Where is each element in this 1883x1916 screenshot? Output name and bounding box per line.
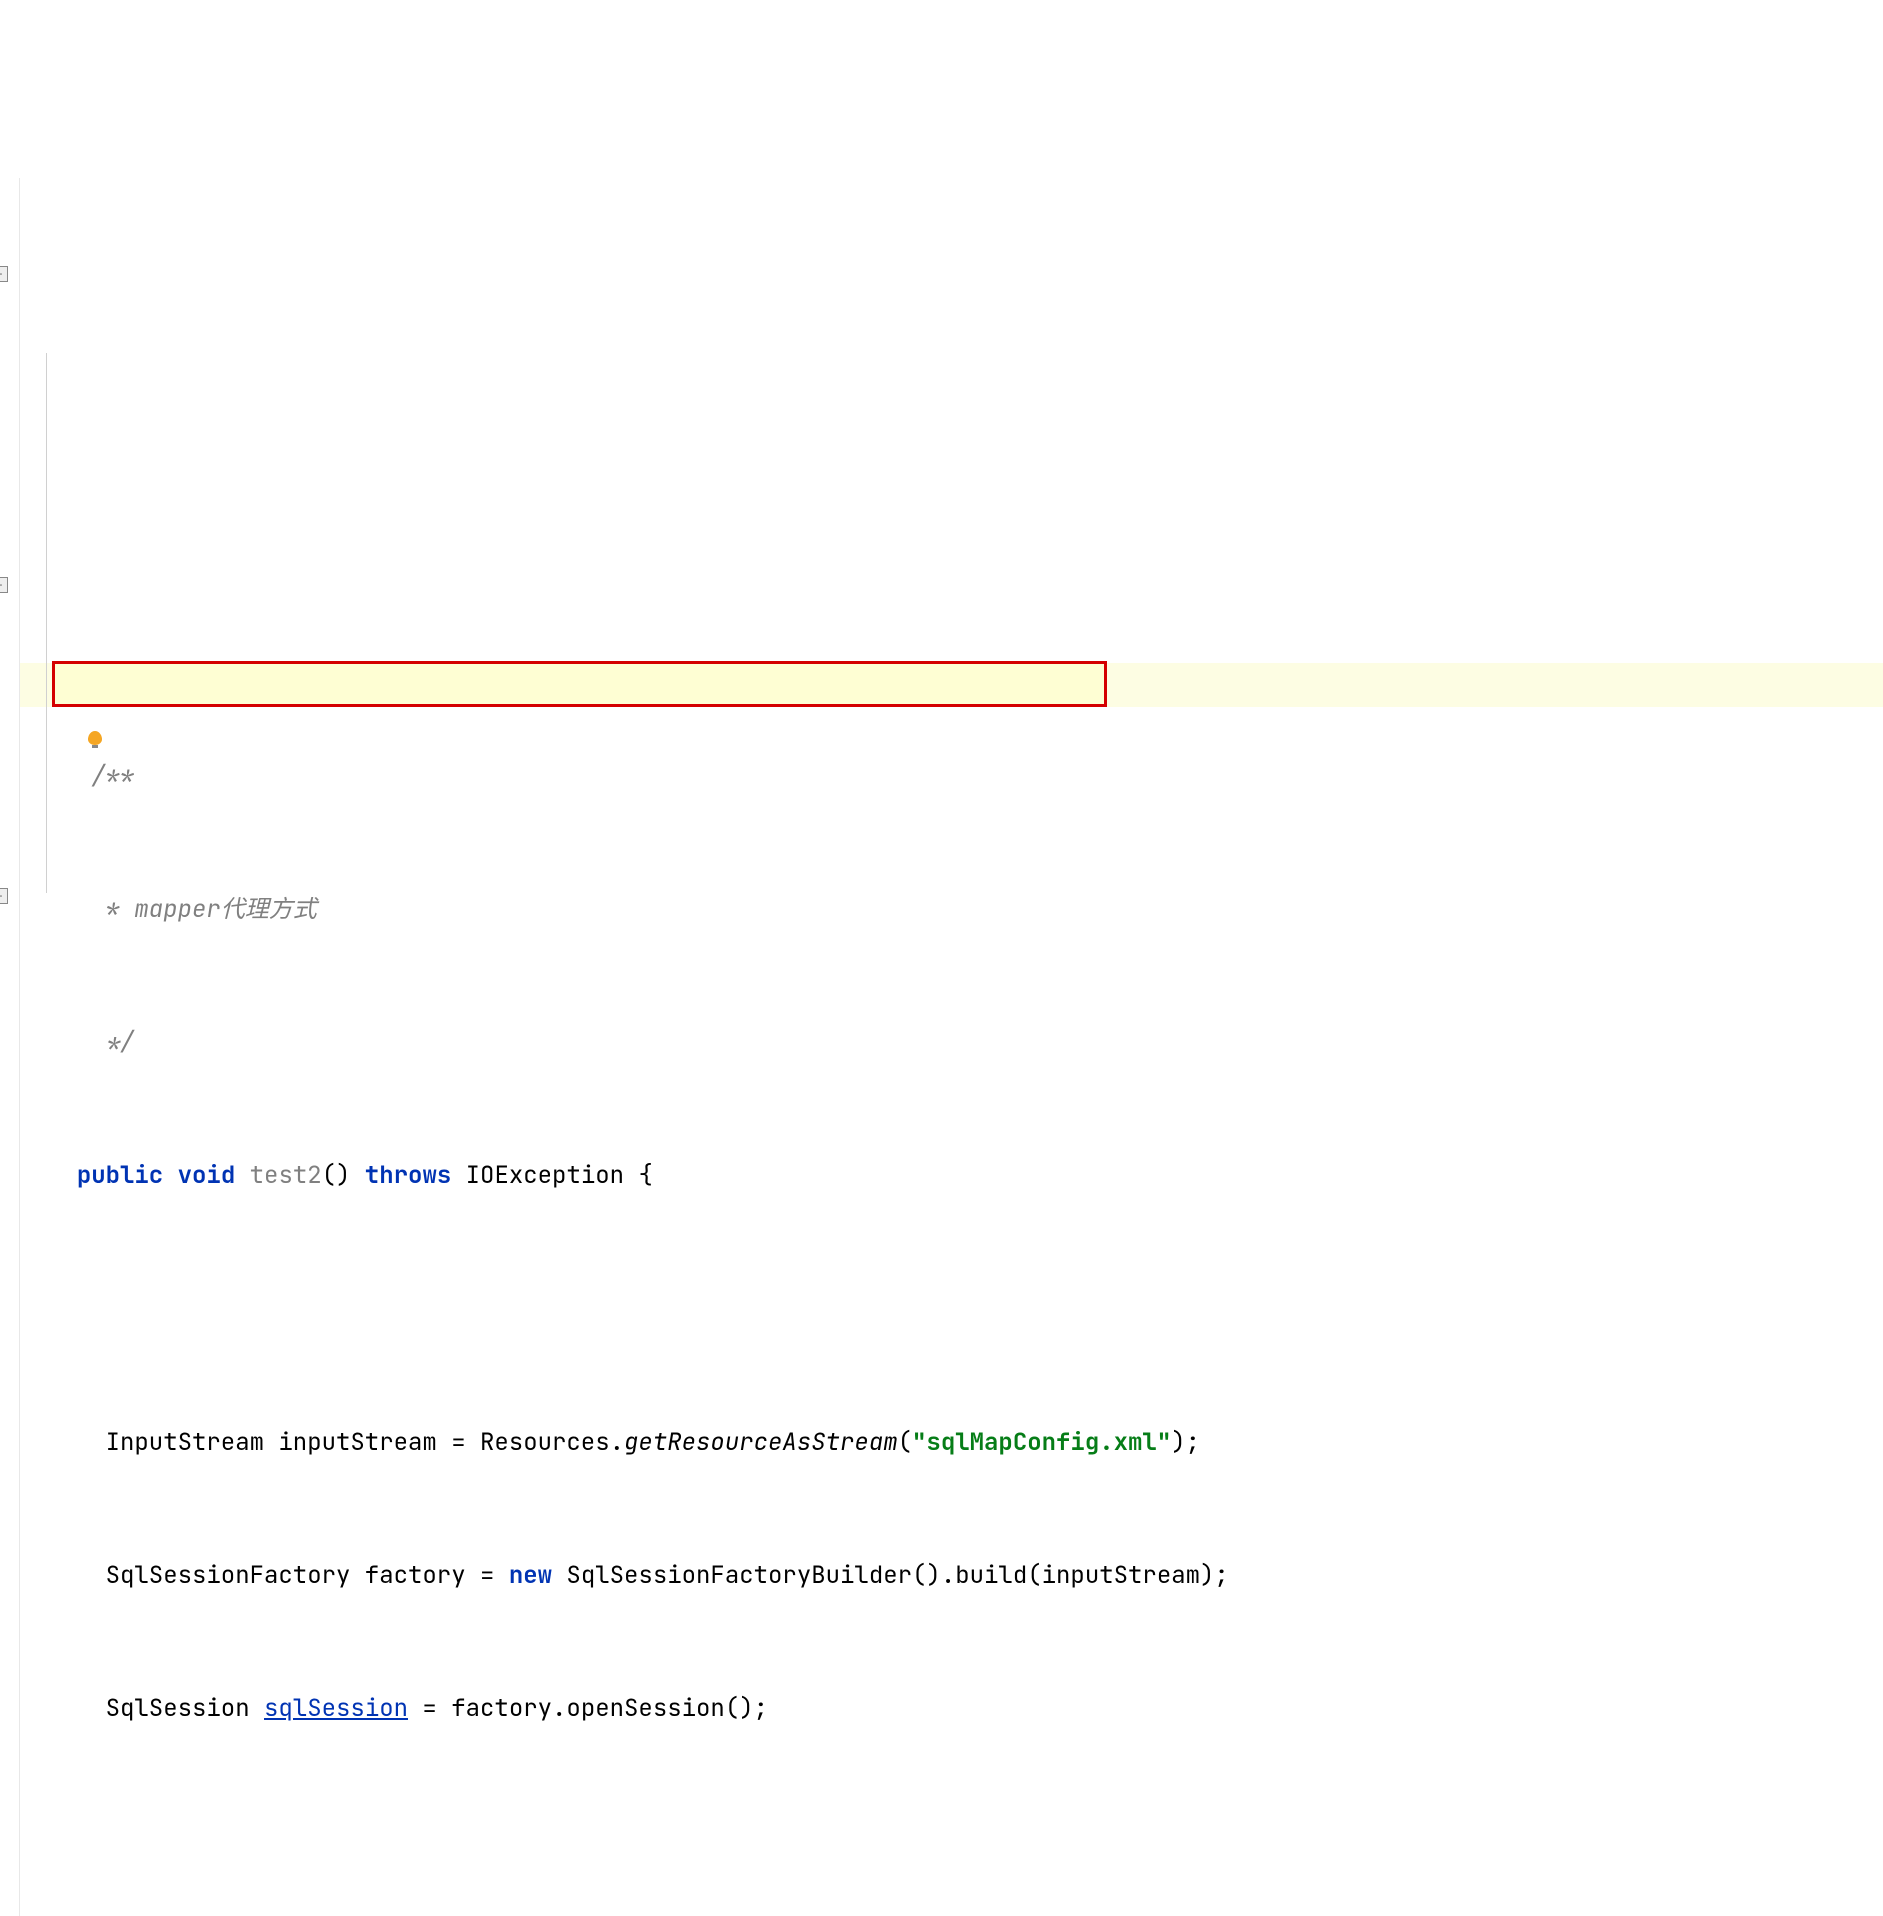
code-line[interactable]: InputStream inputStream = Resources.getR… (48, 1421, 1883, 1465)
string-literal: "sqlMapConfig.xml" (912, 1427, 1171, 1458)
fold-marker-icon[interactable]: − (0, 888, 8, 904)
code-line[interactable] (48, 1820, 1883, 1864)
red-annotation-box (52, 661, 1107, 707)
code-line[interactable]: /** (48, 755, 1883, 799)
variable-sqlsession[interactable]: sqlSession (264, 1693, 408, 1724)
keyword-throws: throws (365, 1160, 451, 1191)
code-text: SqlSessionFactoryBuilder().build(inputSt… (552, 1560, 1229, 1591)
code-area[interactable]: /** * mapper代理方式 */ public void test2() … (20, 666, 1883, 1916)
code-text: SqlSession (106, 1693, 264, 1724)
gutter: − − − (0, 178, 20, 1916)
javadoc-end: */ (91, 1027, 134, 1058)
code-text: ); (1171, 1427, 1200, 1458)
code-line[interactable] (48, 1287, 1883, 1331)
code-text: InputStream inputStream = Resources. (106, 1427, 624, 1458)
code-line[interactable]: public void test2() throws IOException { (48, 1154, 1883, 1198)
code-text: = factory.openSession(); (408, 1693, 768, 1724)
code-line[interactable]: */ (48, 1021, 1883, 1065)
keyword-new: new (509, 1560, 552, 1591)
keyword-void: void (178, 1160, 236, 1191)
keyword-public: public (77, 1160, 163, 1191)
code-text: () (322, 1160, 365, 1191)
code-text: IOException { (451, 1160, 653, 1191)
code-text: SqlSessionFactory factory = (106, 1560, 509, 1591)
intention-bulb-icon[interactable] (30, 672, 48, 690)
code-line[interactable]: SqlSessionFactory factory = new SqlSessi… (48, 1554, 1883, 1598)
javadoc-start: /** (91, 761, 134, 792)
method-name: test2 (250, 1160, 322, 1191)
code-line[interactable]: SqlSession sqlSession = factory.openSess… (48, 1687, 1883, 1731)
indent-guide (46, 353, 47, 893)
code-line[interactable]: * mapper代理方式 (48, 888, 1883, 932)
fold-marker-icon[interactable]: − (0, 577, 8, 593)
javadoc-body: * mapper代理方式 (91, 894, 317, 925)
code-text: ( (898, 1427, 912, 1458)
code-editor[interactable]: − − − /** * mapper代理方式 */ public void te… (0, 178, 1883, 1916)
fold-marker-icon[interactable]: − (0, 266, 8, 282)
static-method: getResourceAsStream (624, 1427, 898, 1458)
